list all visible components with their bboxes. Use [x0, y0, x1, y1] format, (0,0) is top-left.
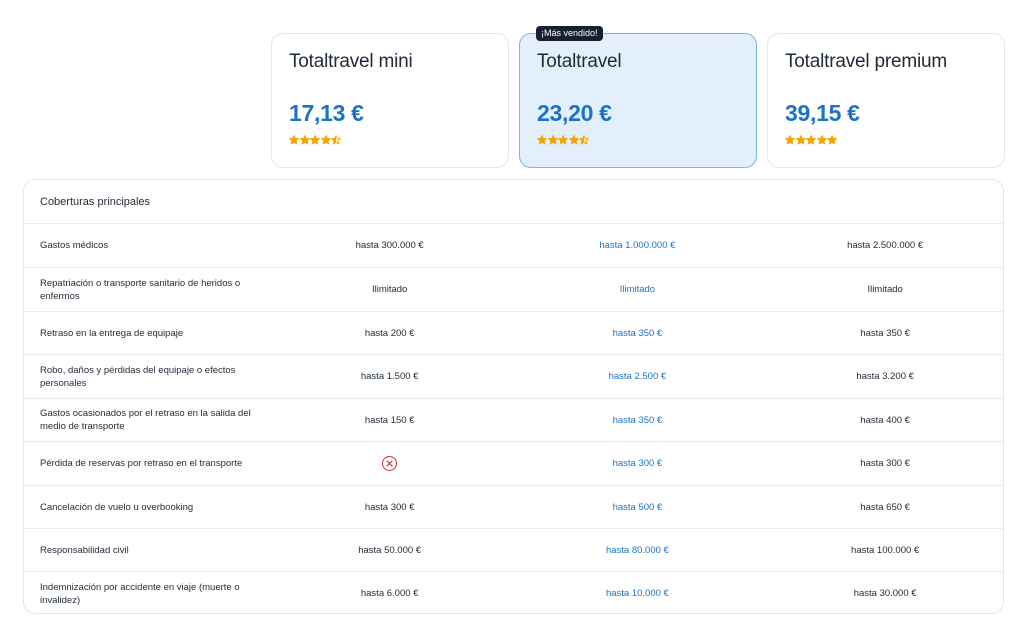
coverage-value-premium: hasta 650 € — [860, 501, 910, 513]
plan-card-standard[interactable]: ¡Más vendido! Totaltravel 23,20 € — [519, 26, 757, 168]
table-row: Repatriación o transporte sanitario de h… — [24, 268, 1003, 312]
star-icon — [568, 135, 579, 145]
coverage-value-premium: hasta 300 € — [860, 458, 910, 469]
coverage-value-mini: hasta 200 € — [364, 327, 415, 339]
star-icon — [795, 135, 806, 145]
coverage-label: Repatriación o transporte sanitario de h… — [40, 277, 241, 302]
half-star-icon — [331, 135, 341, 145]
star-icon — [310, 135, 320, 145]
coverage-section-title: Coberturas principales — [24, 180, 1003, 224]
table-row: Retraso en la entrega de equipaje hasta … — [24, 312, 1003, 355]
coverage-label: Retraso en la entrega de equipaje — [40, 327, 184, 339]
coverage-label: Cancelación de vuelo u overbooking — [40, 501, 194, 513]
half-star-icon — [579, 135, 589, 145]
rating-stars — [537, 133, 740, 147]
star-icon — [806, 135, 816, 145]
plan-price: 39,15 € — [785, 100, 860, 126]
coverage-value-mini: Ilimitado — [371, 284, 408, 295]
table-row: Robo, daños y pérdidas del equipaje o ef… — [24, 355, 1003, 399]
coverage-label: Gastos ocasionados por el retraso en la … — [40, 408, 251, 432]
table-row: Cancelación de vuelo u overbooking hasta… — [24, 486, 1003, 529]
coverage-value-premium: hasta 3.200 € — [856, 371, 914, 382]
star-icon — [320, 135, 331, 145]
coverage-value-mini: hasta 150 € — [364, 414, 415, 426]
coverage-value-premium: hasta 30.000 € — [853, 588, 917, 599]
rating-stars — [289, 133, 492, 147]
plan-name: Totaltravel — [537, 51, 622, 72]
star-icon — [289, 135, 299, 145]
plan-price: 17,13 € — [289, 100, 364, 126]
coverage-value-premium: Ilimitado — [867, 284, 903, 295]
table-row: Indemnización por accidente en viaje (mu… — [24, 572, 1003, 613]
star-icon — [537, 135, 547, 145]
plan-card-mini[interactable]: Totaltravel mini 17,13 € — [271, 33, 509, 168]
coverage-value-standard: hasta 2.500 € — [608, 371, 667, 382]
table-row: Responsabilidad civil hasta 50.000 € has… — [24, 529, 1003, 572]
coverage-value-standard: hasta 80.000 € — [605, 544, 669, 556]
coverage-value-standard: hasta 1.000.000 € — [599, 240, 676, 251]
star-icon — [827, 135, 837, 145]
rating-stars — [785, 133, 988, 147]
table-row: Pérdida de reservas por retraso en el tr… — [24, 442, 1003, 486]
coverage-value-mini: hasta 6.000 € — [360, 588, 419, 599]
star-icon — [558, 135, 568, 145]
coverage-value-premium: hasta 350 € — [860, 327, 910, 339]
coverage-label: Pérdida de reservas por retraso en el tr… — [40, 458, 243, 469]
plan-card-premium[interactable]: Totaltravel premium 39,15 € — [767, 33, 1005, 168]
coverage-value-premium: hasta 100.000 € — [851, 544, 920, 556]
star-icon — [547, 135, 558, 145]
star-icon — [785, 135, 795, 145]
star-icon — [816, 135, 827, 145]
coverage-value-mini: hasta 50.000 € — [358, 544, 422, 556]
coverage-label: Responsabilidad civil — [40, 544, 129, 556]
coverage-value-standard: hasta 10.000 € — [605, 588, 669, 599]
best-seller-badge: ¡Más vendido! — [536, 26, 603, 41]
coverage-value-premium: hasta 400 € — [860, 414, 910, 426]
plan-name: Totaltravel mini — [289, 51, 413, 72]
coverage-value-mini: hasta 300 € — [364, 501, 415, 513]
star-icon — [299, 135, 310, 145]
coverage-label: Robo, daños y pérdidas del equipaje o ef… — [40, 364, 236, 389]
coverage-value-standard: Ilimitado — [619, 284, 656, 295]
coverage-value-standard: hasta 300 € — [612, 458, 663, 469]
coverage-value-mini — [272, 456, 508, 471]
plan-name: Totaltravel premium — [785, 51, 947, 72]
coverage-value-standard: hasta 350 € — [612, 327, 663, 339]
coverage-label: Gastos médicos — [40, 240, 109, 251]
plan-price: 23,20 € — [537, 100, 612, 126]
coverage-value-standard: hasta 350 € — [612, 414, 663, 426]
close-circle-icon — [382, 456, 398, 471]
coverage-table: Coberturas principales Gastos médicos ha… — [23, 179, 1004, 614]
coverage-label: Indemnización por accidente en viaje (mu… — [40, 581, 240, 606]
table-row: Gastos médicos hasta 300.000 € hasta 1.0… — [24, 224, 1003, 268]
coverage-value-standard: hasta 500 € — [612, 501, 663, 513]
coverage-value-mini: hasta 1.500 € — [360, 371, 419, 382]
coverage-value-premium: hasta 2.500.000 € — [847, 240, 924, 251]
table-row: Gastos ocasionados por el retraso en la … — [24, 399, 1003, 442]
coverage-value-mini: hasta 300.000 € — [355, 240, 424, 251]
